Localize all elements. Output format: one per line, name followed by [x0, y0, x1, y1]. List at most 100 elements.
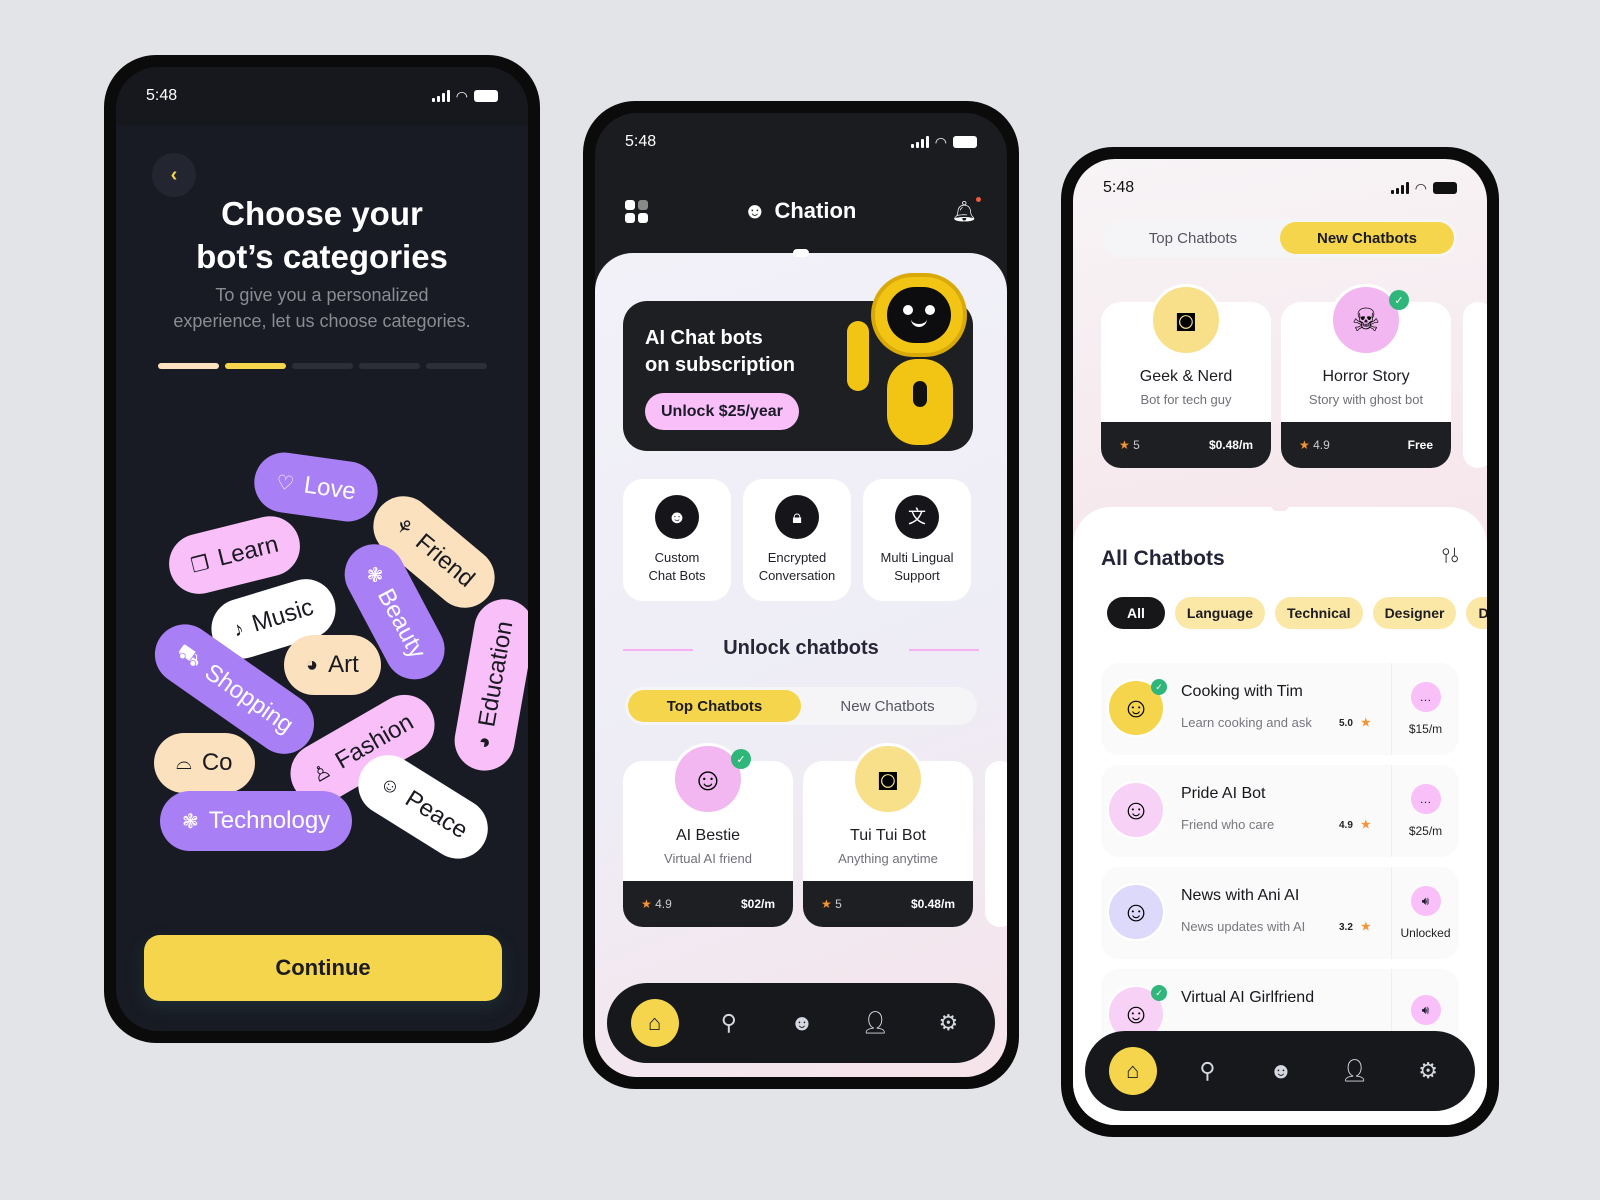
- bot-icon: ☻: [655, 495, 699, 539]
- bot-name: Geek & Nerd: [1139, 368, 1233, 385]
- rating-value: 4.9: [655, 897, 672, 911]
- music-note-icon: ♪: [230, 617, 247, 642]
- category-label: Friend: [410, 528, 480, 593]
- bot-icon: ☻: [790, 1010, 814, 1035]
- progress-step[interactable]: [292, 363, 353, 369]
- notification-bell-icon[interactable]: 🔔︎: [952, 196, 982, 224]
- progress-step-done[interactable]: [225, 363, 286, 369]
- category-chip-technology[interactable]: ❃ Technology: [160, 791, 353, 851]
- nav-home[interactable]: ⌂: [630, 999, 679, 1047]
- tab-top-chatbots[interactable]: Top Chatbots: [1106, 222, 1280, 254]
- app-name: Chation: [774, 198, 857, 223]
- chatbot-list-item[interactable]: ☺ Pride AI Bot Friend who care 4.9 ★ … $25/m: [1101, 765, 1459, 857]
- chatbot-action[interactable]: … $25/m: [1391, 765, 1459, 857]
- bot-card-footer: ★ 4.9 $02/m: [623, 881, 793, 927]
- category-chip-co[interactable]: ⌓ Co: [154, 733, 255, 793]
- menu-grid-icon[interactable]: [625, 199, 648, 223]
- chatbot-description: Friend who care: [1181, 817, 1275, 832]
- bot-card-peek[interactable]: [985, 761, 1007, 927]
- bot-card-footer: ★ 5 $0.48/m: [803, 881, 973, 927]
- status-time: 5:48: [625, 133, 657, 150]
- bottom-nav: ⌂ ⚲ ☻ 👤︎ ⚙: [607, 983, 995, 1063]
- bot-card[interactable]: ◙ Geek & Nerd Bot for tech guy ★ 5 $0.48/m: [1101, 284, 1271, 468]
- star-icon: ★: [1299, 438, 1314, 452]
- chatbot-list-item[interactable]: ☺ ✓ Cooking with Tim Learn cooking and ask 5…: [1101, 663, 1459, 755]
- feature-label: Encrypted: [767, 550, 827, 565]
- feature-card[interactable]: 文 Multi Lingual Support: [863, 479, 971, 601]
- filter-technical[interactable]: Technical: [1275, 597, 1363, 629]
- feature-label: Custom: [654, 550, 700, 565]
- notch-indicator: [1272, 507, 1288, 511]
- chatbot-price: $25/m: [1408, 824, 1443, 838]
- cart-icon: ⛟: [172, 639, 207, 673]
- avatar: ◙: [1150, 284, 1222, 356]
- price: $0.48/m: [910, 897, 955, 911]
- rating: ★ 4.9: [641, 897, 672, 911]
- verified-badge-icon: ✓: [1151, 985, 1167, 1001]
- dress-icon: ♙: [308, 759, 335, 788]
- bot-card[interactable]: ☺ ✓ AI Bestie Virtual AI friend ★ 4.9 $02/m: [623, 743, 793, 927]
- back-button[interactable]: ‹: [152, 153, 196, 197]
- feature-label: Support: [894, 568, 940, 583]
- battery-icon: [953, 136, 977, 148]
- rating: 4.9 ★: [1339, 818, 1371, 831]
- chat-bubble-icon[interactable]: …: [1410, 784, 1441, 814]
- feature-label: Conversation: [758, 568, 836, 583]
- heart-icon: ♡: [274, 471, 296, 496]
- progress-step[interactable]: [359, 363, 420, 369]
- feature-card[interactable]: ☻ Custom Chat Bots: [623, 479, 731, 601]
- filter-designer[interactable]: Designer: [1372, 597, 1457, 629]
- filter-pills: All Language Technical Designer Do: [1107, 597, 1487, 629]
- chatbot-price: $15/m: [1408, 722, 1443, 736]
- rating-value: 3.2: [1339, 922, 1353, 933]
- continue-button[interactable]: Continue: [144, 935, 502, 1001]
- chatbot-action[interactable]: 🔊︎ Unlocked: [1391, 867, 1459, 959]
- progress-step[interactable]: [426, 363, 487, 369]
- nav-profile[interactable]: 👤︎: [852, 1000, 898, 1046]
- category-chip-art[interactable]: ◕ Art: [284, 635, 381, 695]
- progress-step-done[interactable]: [158, 363, 219, 369]
- step-progress: [158, 363, 487, 369]
- chatbot-tabs: Top Chatbots New Chatbots: [625, 687, 977, 725]
- nav-profile[interactable]: 👤︎: [1332, 1048, 1378, 1094]
- rating: ★ 5: [821, 897, 842, 911]
- price: $0.48/m: [1208, 438, 1253, 452]
- category-label: Peace: [400, 785, 473, 845]
- tab-top-chatbots[interactable]: Top Chatbots: [628, 690, 801, 722]
- chat-bubble-icon[interactable]: …: [1410, 682, 1441, 712]
- filter-all[interactable]: All: [1107, 597, 1165, 629]
- chatbot-name: News with Ani AI: [1181, 887, 1300, 904]
- wifi-icon: ◠: [455, 87, 468, 104]
- filter-language[interactable]: Language: [1174, 597, 1266, 629]
- tab-new-chatbots[interactable]: New Chatbots: [1280, 222, 1454, 254]
- nav-settings[interactable]: ⚙: [1405, 1048, 1451, 1094]
- bot-card-peek[interactable]: [1463, 302, 1487, 468]
- nav-bots[interactable]: ☻: [779, 1000, 825, 1046]
- bot-card[interactable]: ☠ ✓ Horror Story Story with ghost bot ★ 4.9 F…: [1281, 284, 1451, 468]
- bot-card[interactable]: ◙ Tui Tui Bot Anything anytime ★ 5 $0.48/m: [803, 743, 973, 927]
- star-icon: ★: [641, 897, 656, 911]
- unlock-subscription-button[interactable]: Unlock $25/year: [645, 393, 799, 430]
- nav-settings[interactable]: ⚙: [925, 1000, 971, 1046]
- avatar: ◙: [852, 743, 924, 815]
- bot-description: Virtual AI friend: [664, 851, 752, 866]
- avatar: ☺: [1107, 781, 1165, 839]
- speaker-icon[interactable]: 🔊︎: [1410, 886, 1441, 916]
- speaker-icon[interactable]: 🔊︎: [1410, 995, 1441, 1025]
- tab-new-chatbots[interactable]: New Chatbots: [801, 690, 974, 722]
- filter-sliders-icon[interactable]: ⫯⫰: [1442, 545, 1459, 568]
- category-chip-education[interactable]: ◕ Education: [449, 594, 528, 776]
- nav-bots[interactable]: ☻: [1258, 1048, 1304, 1094]
- nav-search[interactable]: ⚲: [706, 1000, 752, 1046]
- feature-list: ☻ Custom Chat Bots 🔒︎ Encrypted Conversation 文…: [623, 479, 971, 601]
- category-label: Education: [473, 619, 519, 729]
- chatbot-action[interactable]: … $15/m: [1391, 663, 1459, 755]
- chatbot-name: Cooking with Tim: [1181, 683, 1303, 700]
- chatbot-list-item[interactable]: ☺ News with Ani AI News updates with AI 3.2…: [1101, 867, 1459, 959]
- nav-home[interactable]: ⌂: [1108, 1047, 1157, 1095]
- feature-card[interactable]: 🔒︎ Encrypted Conversation: [743, 479, 851, 601]
- nav-search[interactable]: ⚲: [1184, 1048, 1230, 1094]
- search-icon: ⚲: [720, 1010, 737, 1035]
- category-chip-love[interactable]: ♡ Love: [250, 448, 382, 526]
- filter-do[interactable]: Do: [1466, 597, 1487, 629]
